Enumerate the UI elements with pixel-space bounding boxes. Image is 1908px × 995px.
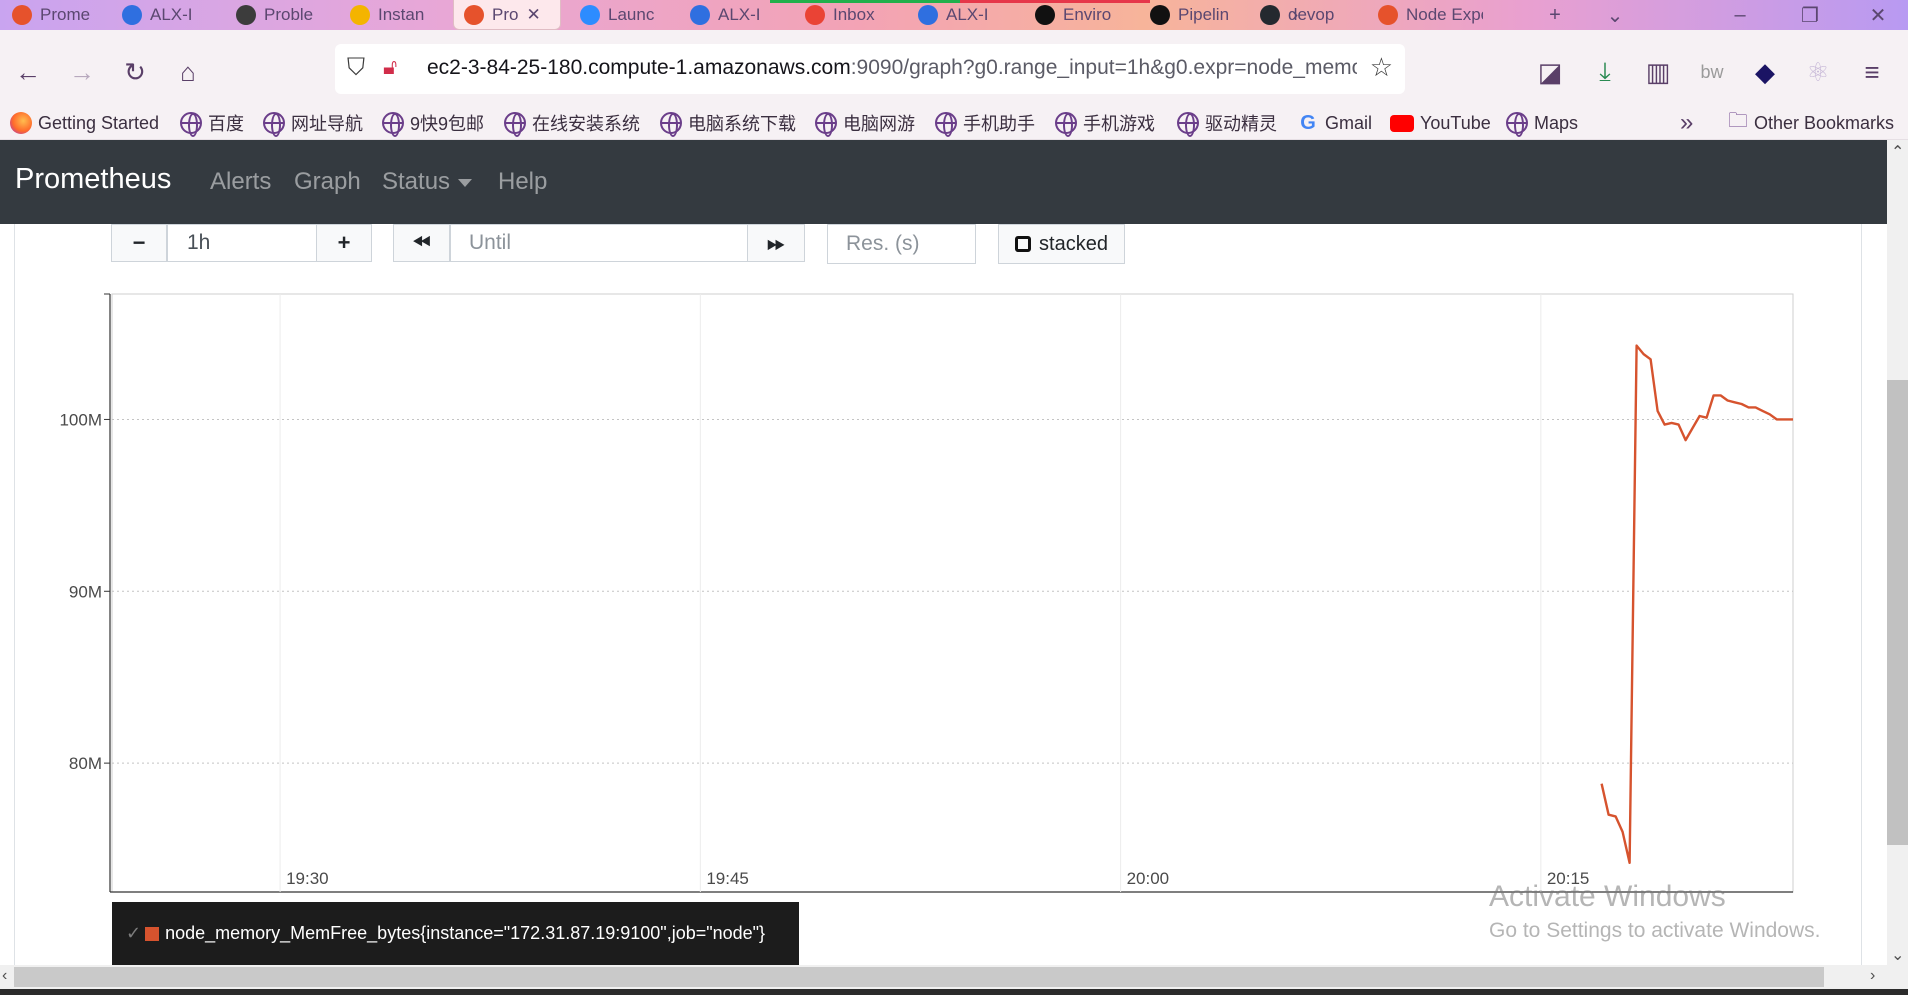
y-tick-label: 100M: [59, 410, 102, 429]
taskbar-edge: [0, 989, 1908, 995]
scroll-left-arrow-icon[interactable]: ‹: [2, 967, 7, 985]
y-tick-label: 90M: [69, 582, 102, 601]
activate-windows-subtitle: Go to Settings to activate Windows.: [1489, 919, 1821, 942]
legend-series-label[interactable]: node_memory_MemFree_bytes{instance="172.…: [165, 923, 765, 944]
x-tick-label: 20:00: [1127, 869, 1170, 888]
x-tick-label: 19:30: [286, 869, 329, 888]
activate-windows-title: Activate Windows: [1489, 880, 1726, 913]
scroll-up-arrow-icon[interactable]: ⌃: [1891, 142, 1904, 162]
scroll-down-arrow-icon[interactable]: ⌄: [1891, 945, 1904, 965]
scroll-right-arrow-icon[interactable]: ›: [1870, 967, 1875, 985]
vertical-scrollbar-thumb[interactable]: [1887, 380, 1908, 845]
legend-color-swatch: [145, 926, 160, 941]
horizontal-scrollbar-thumb[interactable]: [14, 967, 1824, 987]
memory-chart: 19:30 19:45 20:00 20:1580M90M100M: [59, 293, 1794, 893]
x-tick-label: 19:45: [706, 869, 749, 888]
legend-check-icon: ✓: [126, 923, 142, 943]
chart-legend[interactable]: ✓ node_memory_MemFree_bytes{instance="17…: [112, 902, 799, 965]
y-tick-label: 80M: [69, 754, 102, 773]
